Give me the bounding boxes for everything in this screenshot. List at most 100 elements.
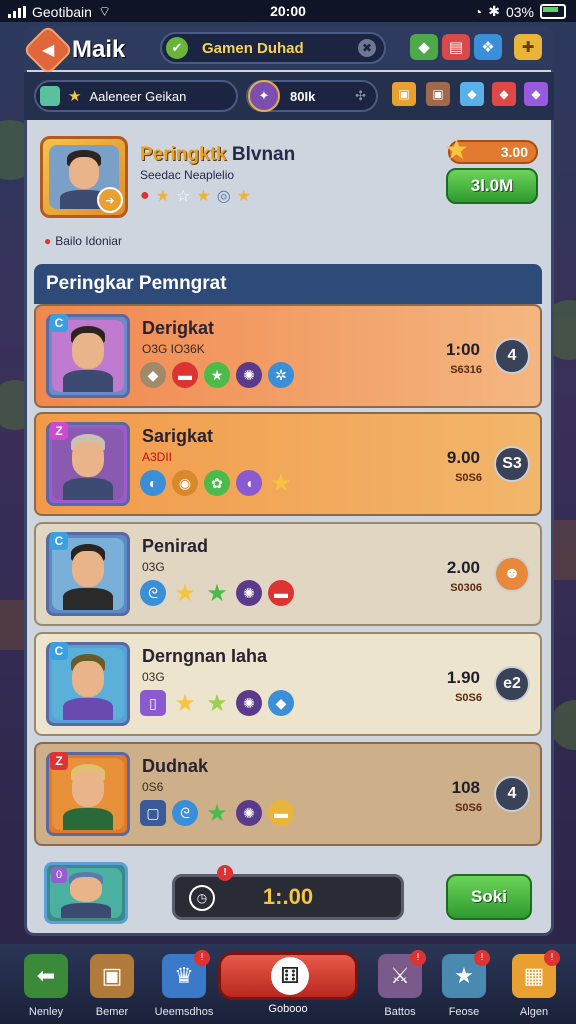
shield-icon: ◎ — [216, 188, 231, 205]
back-arrow-icon: ⬅ — [24, 954, 68, 998]
confirm-button[interactable]: Soki — [446, 874, 532, 920]
nav-label: Bemer — [95, 1006, 129, 1018]
item-list: ◐ ◉ ✿ ◖ ★ — [140, 470, 294, 497]
rank-badge: Z — [50, 422, 68, 440]
filter-text: Aaleneer Geikan — [89, 88, 187, 104]
rank-number: S3 — [494, 446, 530, 482]
cookie-icon: ✺ — [236, 800, 262, 826]
rock-icon: ◆ — [140, 362, 166, 388]
star-icon: ★ — [155, 188, 171, 205]
player-stats: 0S6 — [142, 780, 164, 794]
profile-action-button[interactable]: 3l.0M — [446, 168, 538, 204]
item-list: ◆ ▬ ★ ✺ ✲ — [140, 362, 294, 388]
swirl-icon: ᘓ — [140, 580, 166, 606]
cookie-icon: ✺ — [236, 690, 262, 716]
leaderboard-row[interactable]: Z Dudnak 0S6 ▢ ᘓ ★ ✺ ▬ 108 S0S6 4 — [34, 742, 542, 846]
notification-dot: ! — [217, 865, 233, 881]
star-icon: ★ — [206, 799, 228, 827]
nav-label: Gobooo — [268, 1003, 308, 1015]
app-logo[interactable]: ◀ Maik — [22, 24, 125, 76]
item-list: ᘓ ★ ★ ✺ ▬ — [140, 579, 294, 607]
rank-number: 4 — [494, 338, 530, 374]
card-icon: ▯ — [140, 690, 166, 716]
wrench-icon[interactable]: ✖ — [358, 39, 376, 57]
nav-item-feose[interactable]: ★ ! Feose — [424, 950, 504, 1020]
item-list: ▯ ★ ★ ✺ ◆ — [140, 689, 294, 717]
star-icon: ★ — [204, 362, 230, 388]
gift-icon[interactable]: ❖ — [474, 34, 502, 60]
gear-icon: ✲ — [268, 362, 294, 388]
back-arrow-icon: ◀ — [22, 24, 74, 76]
leaf-icon: ✿ — [204, 470, 230, 496]
star-icon: ★ — [236, 188, 252, 205]
leaderboard-row[interactable]: Z Sarigkat A3DII ◐ ◉ ✿ ◖ ★ 9.00 S0S6 S3 — [34, 412, 542, 516]
star-icon: ★ — [68, 88, 82, 105]
score-subvalue: S0S6 — [455, 802, 482, 814]
crystal-icon: ◆ — [268, 690, 294, 716]
player-title: Peringktk Blvnan — [140, 144, 295, 166]
dice-icon: ⚅ — [271, 957, 309, 995]
rank-badge: 0 — [51, 867, 67, 883]
star-icon: ★ — [206, 579, 228, 607]
timer-value: 1:.00 — [262, 884, 314, 909]
notification-badge: ! — [544, 950, 560, 966]
player-title-a: Peringktk — [140, 144, 227, 165]
player-achievements: ● ★ ☆ ★ ◎ ★ — [140, 186, 251, 206]
card-icon: ▢ — [140, 800, 166, 826]
cookie-icon: ✺ — [236, 362, 262, 388]
game-search-bar[interactable]: ✔ Gamen Duhad ✖ — [160, 32, 386, 64]
score-value: 1.90 — [446, 668, 480, 687]
cart-icon: ▬ — [268, 580, 294, 606]
score-subvalue: S6316 — [450, 364, 482, 376]
leaderboard-row[interactable]: C Derngnan Iaha 03G ▯ ★ ★ ✺ ◆ 1.90 S0S6 … — [34, 632, 542, 736]
score-bar[interactable]: ✦ 80Ik ✣ — [246, 80, 378, 112]
item-list: ▢ ᘓ ★ ✺ ▬ — [140, 799, 294, 827]
chest-icon[interactable]: ▣ — [392, 82, 416, 106]
coin-counter: ★ 3.00 — [444, 136, 538, 164]
amethyst-icon[interactable]: ◆ — [524, 82, 548, 106]
self-avatar[interactable]: 0 — [44, 862, 128, 924]
player-stats: A3DII — [142, 450, 173, 464]
nav-label: Algen — [519, 1006, 549, 1018]
crystal-icon[interactable]: ◆ — [460, 82, 484, 106]
timer-display: ◷ ! 1:.00 — [172, 865, 404, 920]
filter-bar[interactable]: ★ Aaleneer Geikan — [34, 80, 238, 112]
mail-icon[interactable]: ▤ — [442, 34, 470, 60]
notification-badge: ! — [194, 950, 210, 966]
star-icon: ★ — [206, 689, 228, 717]
search-text: Gamen Duhad — [202, 39, 304, 57]
ruby-icon[interactable]: ◆ — [492, 82, 516, 106]
rank-number: 4 — [494, 776, 530, 812]
nav-item-bemer[interactable]: ▣ Bemer — [72, 950, 152, 1020]
box-icon[interactable]: ▣ — [426, 82, 450, 106]
player-name: Dudnak — [142, 756, 209, 776]
cart-icon: ▬ — [172, 362, 198, 388]
nav-item-gobooo[interactable]: ⚅ Gobooo — [218, 952, 358, 1015]
leaderboard-row[interactable]: C Derigkat O3G IO36K ◆ ▬ ★ ✺ ✲ 1:00 S631… — [34, 304, 542, 408]
star-icon: ★ — [174, 689, 196, 717]
leaderboard-row[interactable]: C Penirad 03G ᘓ ★ ★ ✺ ▬ 2.00 S0306 ☻ — [34, 522, 542, 626]
score-subvalue: S0S6 — [455, 472, 482, 484]
nav-label: Ueemsdhos — [154, 1006, 214, 1018]
score-subvalue: S0S6 — [455, 692, 482, 704]
chat-icon[interactable]: ◆ — [410, 34, 438, 60]
level-icon: ➜ — [97, 187, 123, 213]
status-bar: Geotibain ⌔ 20:00 ◔ ✱ 03% — [0, 0, 576, 22]
score-value: 9.00 — [446, 448, 480, 467]
nav-item-ueemsdhos[interactable]: ♛ ! Ueemsdhos — [144, 950, 224, 1020]
score-value: 108 — [451, 778, 480, 797]
player-note-text: Bailo Idoniar — [55, 234, 122, 248]
star-icon: ★ — [196, 188, 211, 205]
add-icon[interactable]: ✚ — [514, 34, 542, 60]
score-text: 80Ik — [290, 88, 316, 104]
gold-bar-icon: ▬ — [268, 800, 294, 826]
rank-badge: C — [50, 642, 68, 660]
coin-icon: ◉ — [172, 470, 198, 496]
battery-percent: 03% — [505, 3, 534, 20]
ruby-icon: ● — [140, 187, 150, 204]
nav-item-algen[interactable]: ▦ ! Algen — [494, 950, 574, 1020]
player-portrait[interactable]: ➜ — [40, 136, 128, 218]
clock-icon: ◷ — [189, 885, 215, 911]
avatar-icon: ✦ — [248, 80, 280, 112]
share-icon[interactable]: ✣ — [355, 88, 366, 104]
